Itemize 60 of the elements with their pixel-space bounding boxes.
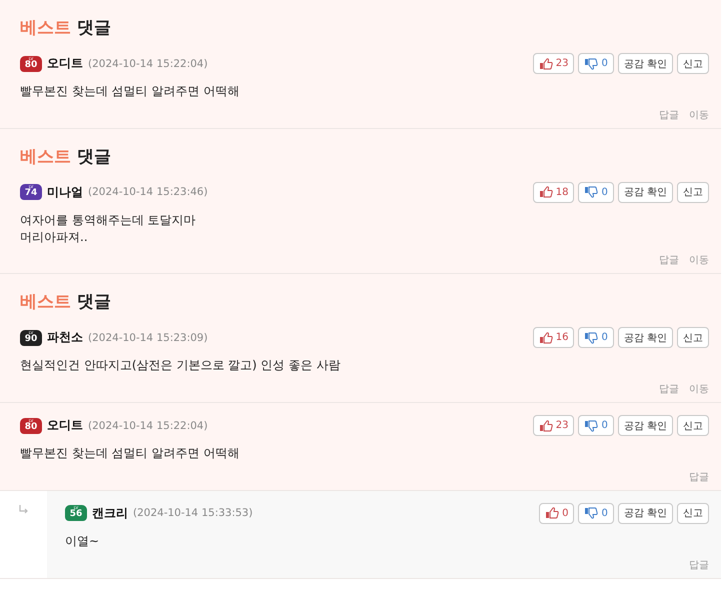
best-label: 베스트 — [20, 291, 71, 314]
comment-link[interactable]: 이동 — [689, 382, 709, 396]
thumbs-up-icon — [545, 507, 560, 520]
like-button[interactable]: 23 — [532, 53, 574, 74]
empathy-button[interactable]: 공감 확인 — [618, 53, 673, 74]
comment-text: 빨무본진 찾는데 섬멀티 알려주면 어떡해 — [20, 445, 240, 462]
report-button[interactable]: 신고 — [677, 327, 709, 348]
thumbs-up-icon — [538, 186, 553, 198]
thumbs-up-icon — [538, 58, 553, 70]
dislike-button[interactable]: 0 — [578, 502, 614, 524]
empathy-button[interactable]: 공감 확인 — [618, 502, 673, 524]
like-button[interactable]: 0 — [539, 502, 574, 524]
like-button[interactable]: 18 — [532, 182, 574, 203]
thumbs-down-icon — [584, 58, 598, 70]
empathy-button[interactable]: 공감 확인 — [618, 182, 673, 203]
best-label: 베스트 — [20, 146, 71, 168]
comment-link[interactable]: 이동 — [689, 253, 709, 268]
comment-link[interactable]: 답글 — [659, 108, 679, 122]
like-button[interactable]: 16 — [532, 327, 574, 348]
comment-date: (2024-10-14 15:23:09) — [88, 332, 208, 344]
thumbs-down-icon — [584, 507, 598, 520]
thumbs-down-icon — [584, 186, 598, 198]
heading-text: 댓글 — [77, 291, 111, 314]
report-button[interactable]: 신고 — [677, 182, 709, 203]
comment-link[interactable]: 이동 — [689, 108, 709, 122]
user-name: 오디트 — [47, 55, 83, 72]
report-button[interactable]: 신고 — [677, 53, 709, 74]
dislike-button[interactable]: 0 — [578, 182, 614, 203]
thumbs-down-icon — [584, 332, 598, 344]
thumbs-up-icon — [538, 420, 553, 432]
dislike-button[interactable]: 0 — [578, 415, 614, 436]
comment-link[interactable]: 답글 — [659, 382, 679, 396]
empathy-button[interactable]: 공감 확인 — [618, 327, 673, 348]
user-name: 오디트 — [47, 417, 83, 434]
comment-text: 여자어를 통역해주는데 토달지마 머리아파져.. — [20, 212, 197, 246]
comment-text: 빨무본진 찾는데 섬멀티 알려주면 어떡해 — [20, 83, 240, 100]
report-button[interactable]: 신고 — [677, 502, 709, 524]
thumbs-up-icon — [538, 332, 553, 344]
empathy-button[interactable]: 공감 확인 — [618, 415, 673, 436]
comment-date: (2024-10-14 15:23:46) — [88, 186, 208, 198]
dislike-button[interactable]: 0 — [578, 327, 614, 348]
comment-text: 이열~ — [65, 532, 100, 550]
comment-link[interactable]: 답글 — [659, 253, 679, 268]
comment-date: (2024-10-14 15:22:04) — [88, 58, 208, 70]
thumbs-down-icon — [584, 420, 598, 432]
user-name: 캔크리 — [92, 504, 128, 522]
dislike-button[interactable]: 0 — [578, 53, 614, 74]
heading-text: 댓글 — [77, 146, 111, 168]
heading-text: 댓글 — [77, 17, 111, 39]
comment-text: 현실적인건 안따지고(삼전은 기본으로 깔고) 인성 좋은 사람 — [20, 357, 342, 374]
comment-date: (2024-10-14 15:33:53) — [133, 507, 253, 520]
report-button[interactable]: 신고 — [677, 415, 709, 436]
user-name: 미나얼 — [47, 184, 83, 201]
comment-link[interactable]: 답글 — [689, 558, 709, 572]
like-button[interactable]: 23 — [532, 415, 574, 436]
comment-link[interactable]: 답글 — [689, 470, 709, 484]
best-label: 베스트 — [20, 17, 71, 39]
comment-date: (2024-10-14 15:22:04) — [88, 420, 208, 432]
user-name: 파천소 — [47, 329, 83, 346]
reply-arrow-icon — [18, 504, 28, 514]
